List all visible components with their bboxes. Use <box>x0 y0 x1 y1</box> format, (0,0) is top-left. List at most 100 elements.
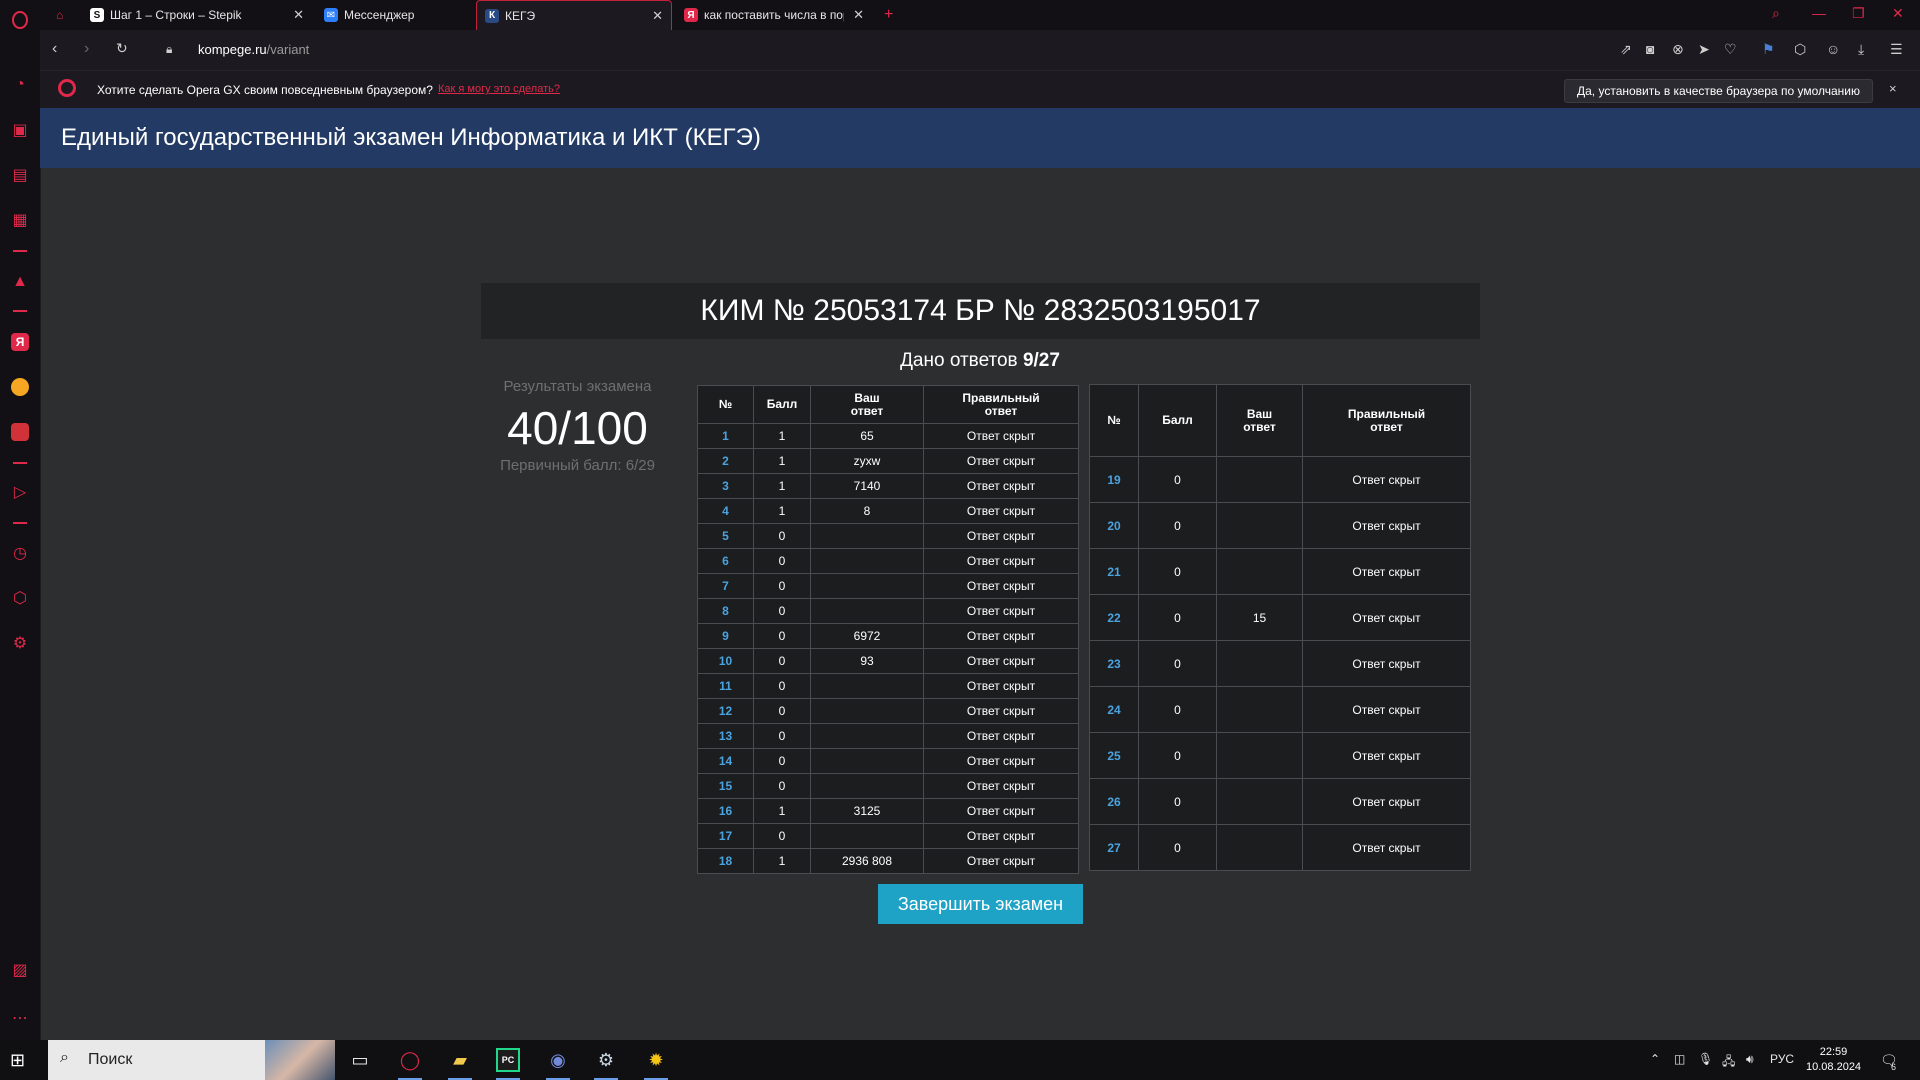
task-number-link[interactable]: 22 <box>1089 594 1139 641</box>
language-indicator[interactable]: РУС <box>1770 1052 1794 1066</box>
task-number-link[interactable]: 8 <box>697 598 754 624</box>
correct-answer-cell: Ответ скрыт <box>923 523 1079 549</box>
mail-icon[interactable] <box>8 375 32 399</box>
settings-gear-icon[interactable]: ⚙ <box>8 631 32 655</box>
taskbar-clock[interactable]: 22:59 10.08.2024 <box>1806 1045 1861 1075</box>
gx-corner-icon[interactable]: ▦ <box>8 208 32 232</box>
task-number-link[interactable]: 2 <box>697 448 754 474</box>
your-answer-cell: 3125 <box>810 798 924 824</box>
task-number-link[interactable]: 25 <box>1089 732 1139 779</box>
task-number-link[interactable]: 19 <box>1089 456 1139 503</box>
url-field[interactable]: kompege.ru/variant <box>198 42 309 57</box>
download-icon[interactable]: ⤓ <box>1858 41 1864 58</box>
task-number-link[interactable]: 10 <box>697 648 754 674</box>
cube-icon[interactable]: ⬡ <box>1794 41 1806 58</box>
speed-dial-icon[interactable]: ◔ <box>8 73 32 97</box>
snapshot-camera-icon[interactable]: ◙ <box>1646 41 1654 57</box>
extensions-cube-icon[interactable]: ⬡ <box>8 586 32 610</box>
tab-yandex[interactable]: Я как поставить числа в пор ✕ <box>676 0 872 30</box>
yandex-icon[interactable]: Я <box>8 330 32 354</box>
app-sun-icon[interactable]: ✹ <box>636 1044 676 1080</box>
twitch-icon[interactable]: ▤ <box>8 163 32 187</box>
tab-kege[interactable]: К КЕГЭ ✕ <box>476 0 672 30</box>
microphone-icon[interactable]: 🎙︎ <box>1698 1052 1713 1066</box>
close-icon[interactable]: ✕ <box>853 7 864 23</box>
score-cell: 0 <box>753 748 811 774</box>
notice-close-icon[interactable]: × <box>1889 81 1897 96</box>
flag-extension-icon[interactable]: ⚑ <box>1762 41 1775 58</box>
task-number-link[interactable]: 7 <box>697 573 754 599</box>
task-number-link[interactable]: 12 <box>697 698 754 724</box>
tab-stepik[interactable]: S Шаг 1 – Строки – Stepik ✕ <box>82 0 312 30</box>
back-icon[interactable]: ‹ <box>52 40 57 58</box>
network-icon[interactable]: 🖧︎ <box>1722 1052 1735 1073</box>
menu-icon[interactable]: ☰ <box>1890 41 1903 58</box>
task-number-link[interactable]: 20 <box>1089 502 1139 549</box>
player-icon[interactable]: ▷ <box>8 480 32 504</box>
adblock-icon[interactable]: ⊗ <box>1672 41 1684 58</box>
more-dots-icon[interactable]: ⋯ <box>8 1006 32 1030</box>
score-cell: 0 <box>753 698 811 724</box>
minimize-icon[interactable]: — <box>1812 5 1826 21</box>
gamepad-icon[interactable]: ⌂ <box>48 0 66 30</box>
table-row: 3 1 7140 Ответ скрыт <box>697 473 1079 499</box>
reload-icon[interactable]: ↻ <box>116 40 128 57</box>
task-number-link[interactable]: 13 <box>697 723 754 749</box>
default-browser-notice: Хотите сделать Opera GX своим повседневн… <box>40 70 1920 109</box>
send-icon[interactable]: ➤ <box>1698 41 1710 58</box>
new-tab-button[interactable]: + <box>876 0 900 30</box>
task-number-link[interactable]: 16 <box>697 798 754 824</box>
share-icon[interactable]: ⇗ <box>1620 41 1632 58</box>
col-header-num: № <box>1089 384 1139 457</box>
task-number-link[interactable]: 24 <box>1089 686 1139 733</box>
pycharm-icon[interactable]: PC <box>488 1044 528 1080</box>
close-icon[interactable]: ✕ <box>293 7 304 23</box>
app-icon[interactable] <box>8 420 32 444</box>
task-number-link[interactable]: 3 <box>697 473 754 499</box>
windows-start-icon[interactable]: ⊞ <box>10 1050 25 1071</box>
history-icon[interactable]: ◷ <box>8 541 32 565</box>
table-row: 22 0 15 Ответ скрыт <box>1089 594 1471 641</box>
finish-exam-button[interactable]: Завершить экзамен <box>878 884 1083 924</box>
task-number-link[interactable]: 1 <box>697 423 754 449</box>
opera-logo-icon[interactable] <box>8 8 32 32</box>
task-number-link[interactable]: 4 <box>697 498 754 524</box>
bookmark-heart-icon[interactable]: ♡ <box>1724 41 1737 58</box>
task-number-link[interactable]: 6 <box>697 548 754 574</box>
task-number-link[interactable]: 14 <box>697 748 754 774</box>
task-number-link[interactable]: 11 <box>697 673 754 699</box>
volume-icon[interactable]: 🔊︎ <box>1746 1052 1754 1067</box>
task-number-link[interactable]: 17 <box>697 823 754 849</box>
notice-link[interactable]: Как я могу это сделать? <box>438 83 560 95</box>
search-tabs-icon[interactable]: ⌕ <box>1772 5 1780 22</box>
task-number-link[interactable]: 27 <box>1089 824 1139 871</box>
close-window-icon[interactable]: ✕ <box>1892 5 1904 22</box>
steam-icon[interactable]: ⚙ <box>586 1044 626 1080</box>
task-number-link[interactable]: 5 <box>697 523 754 549</box>
task-number-link[interactable]: 26 <box>1089 778 1139 825</box>
task-number-link[interactable]: 21 <box>1089 548 1139 595</box>
file-explorer-icon[interactable]: ▰ <box>440 1044 480 1080</box>
tray-chevron-icon[interactable]: ⌃ <box>1650 1052 1660 1066</box>
taskbar-search[interactable]: ⌕ Поиск <box>48 1040 335 1080</box>
opera-gx-taskbar-icon[interactable]: ◯ <box>390 1044 430 1080</box>
restore-icon[interactable]: ❐ <box>1852 5 1865 22</box>
close-icon[interactable]: ✕ <box>652 8 663 24</box>
task-number-link[interactable]: 18 <box>697 848 754 874</box>
task-number-link[interactable]: 23 <box>1089 640 1139 687</box>
messenger-icon: ✉ <box>324 8 338 22</box>
profile-icon[interactable]: ☺ <box>1826 41 1840 57</box>
clock-time: 22:59 <box>1819 1046 1848 1058</box>
your-answer-cell <box>810 598 924 624</box>
shopping-bag-icon[interactable]: ▣ <box>8 118 32 142</box>
set-default-button[interactable]: Да, установить в качестве браузера по ум… <box>1564 79 1873 103</box>
aria-ai-icon[interactable]: ▲ <box>8 270 32 294</box>
discord-icon[interactable]: ◉ <box>538 1044 578 1080</box>
wallpaper-icon[interactable]: ▨ <box>8 958 32 982</box>
lock-icon[interactable]: 🔒︎ <box>166 42 172 57</box>
tray-device-icon[interactable]: ◫ <box>1674 1052 1685 1066</box>
task-view-icon[interactable]: ▭ <box>340 1044 380 1076</box>
task-number-link[interactable]: 9 <box>697 623 754 649</box>
forward-icon[interactable]: › <box>84 40 89 58</box>
task-number-link[interactable]: 15 <box>697 773 754 799</box>
